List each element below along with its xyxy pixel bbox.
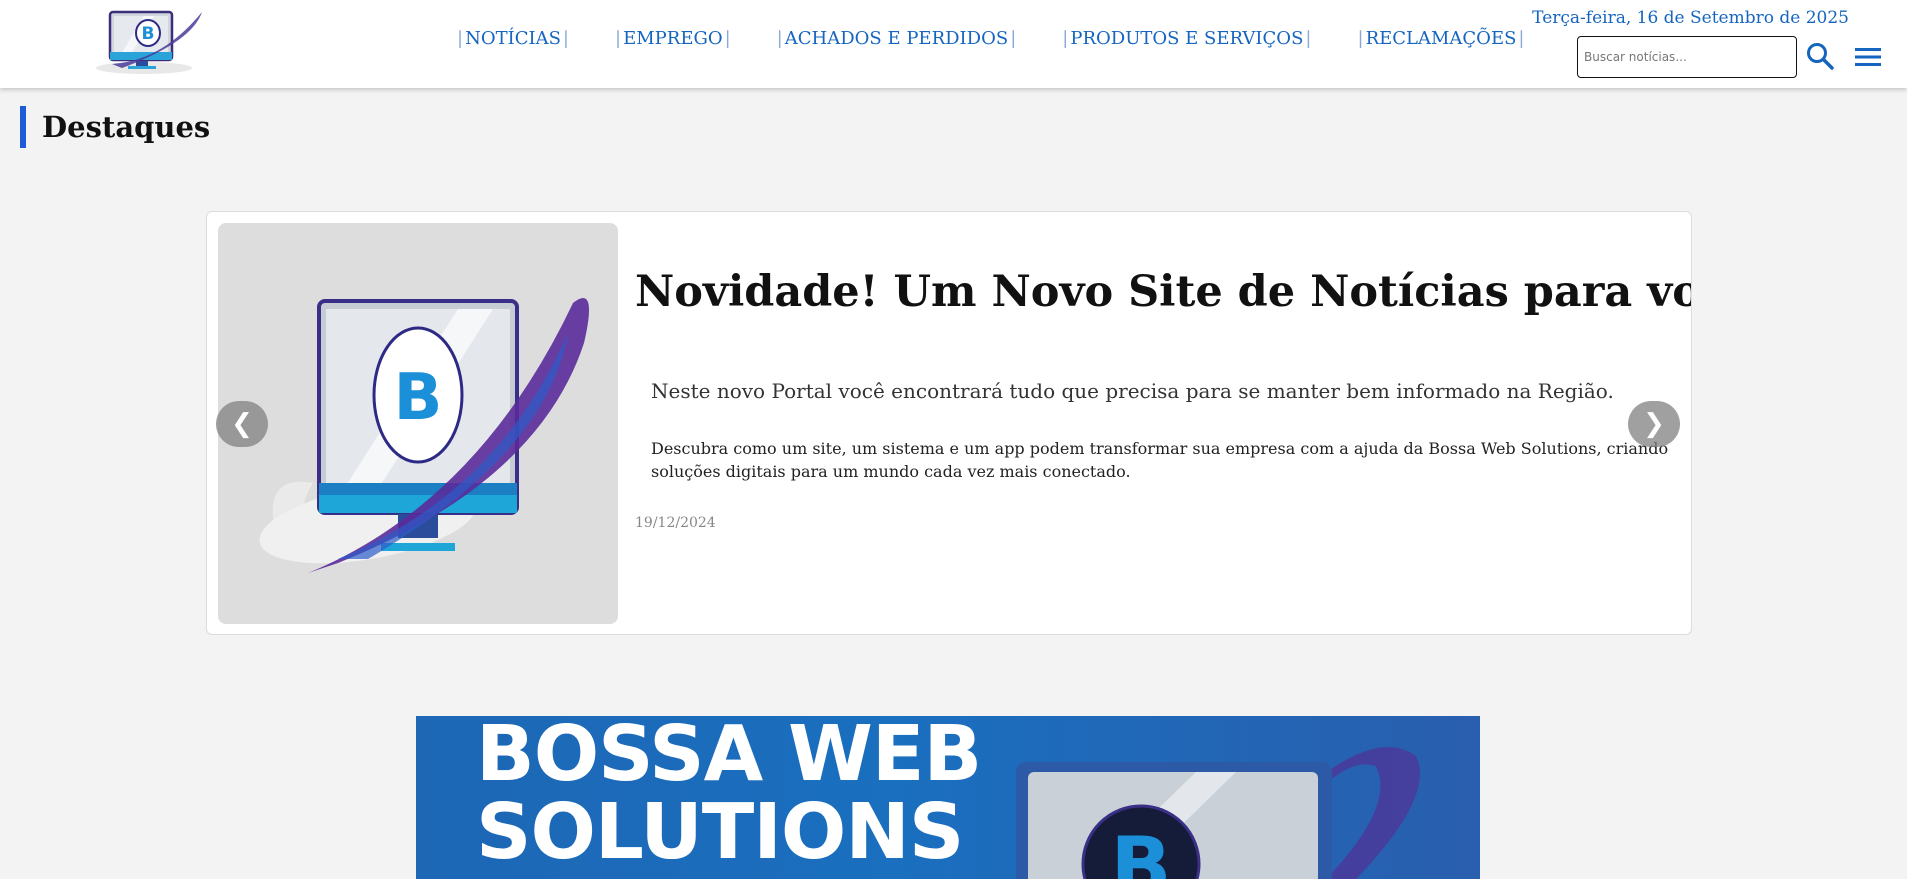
slide-title[interactable]: Novidade! Um Novo Site de Notícias para … — [635, 264, 1691, 320]
nav-item-emprego[interactable]: | EMPREGO | — [614, 28, 732, 49]
section-title: Destaques — [20, 106, 210, 148]
featured-carousel: B Novidade! Um Novo Site de Notícias par… — [206, 211, 1692, 635]
site-header: B | NOTÍCIAS | | EMPREGO | | ACHADOS E PERDID… — [0, 0, 1907, 88]
nav-label: ACHADOS E PERDIDOS — [784, 28, 1009, 49]
carousel-prev-button[interactable]: ❮ — [216, 401, 268, 447]
svg-text:B: B — [394, 361, 443, 435]
carousel-next-button[interactable]: ❯ — [1628, 401, 1680, 447]
nav-item-reclamacoes[interactable]: | RECLAMAÇÕES | — [1356, 28, 1525, 49]
current-date: Terça-feira, 16 de Setembro de 2025 — [1532, 8, 1849, 28]
nav-item-noticias[interactable]: | NOTÍCIAS | — [456, 28, 570, 49]
hamburger-menu-icon — [1855, 48, 1881, 66]
main-nav: | NOTÍCIAS | | EMPREGO | | ACHADOS E PERDIDOS… — [456, 28, 1526, 49]
banner-line-1: BOSSA WEB — [476, 716, 982, 799]
search-input[interactable] — [1577, 36, 1797, 78]
banner-line-2: SOLUTIONS — [476, 788, 964, 877]
banner-monitor-art: B — [1016, 747, 1420, 879]
slide-lead: Neste novo Portal você encontrará tudo q… — [651, 379, 1614, 403]
svg-text:B: B — [1111, 820, 1172, 879]
nav-label: PRODUTOS E SERVIÇOS — [1070, 28, 1304, 49]
nav-item-produtos-e-servicos[interactable]: | PRODUTOS E SERVIÇOS | — [1061, 28, 1312, 49]
search-button[interactable] — [1804, 40, 1836, 72]
menu-button[interactable] — [1852, 42, 1884, 72]
slide-body: Descubra como um site, um sistema e um a… — [651, 439, 1669, 481]
slide-image[interactable]: B — [218, 223, 618, 624]
site-logo[interactable]: B — [92, 6, 206, 76]
banner-text: BOSSA WEB SOLUTIONS — [476, 716, 982, 877]
nav-label: RECLAMAÇÕES — [1365, 28, 1517, 49]
nav-item-achados-e-perdidos[interactable]: | ACHADOS E PERDIDOS | — [776, 28, 1018, 49]
nav-label: EMPREGO — [623, 28, 723, 49]
promo-banner[interactable]: BOSSA WEB SOLUTIONS B — [416, 716, 1480, 879]
nav-label: NOTÍCIAS — [465, 28, 561, 49]
slide-date: 19/12/2024 — [635, 515, 716, 531]
search-icon — [1807, 43, 1834, 70]
svg-text:B: B — [142, 24, 155, 44]
